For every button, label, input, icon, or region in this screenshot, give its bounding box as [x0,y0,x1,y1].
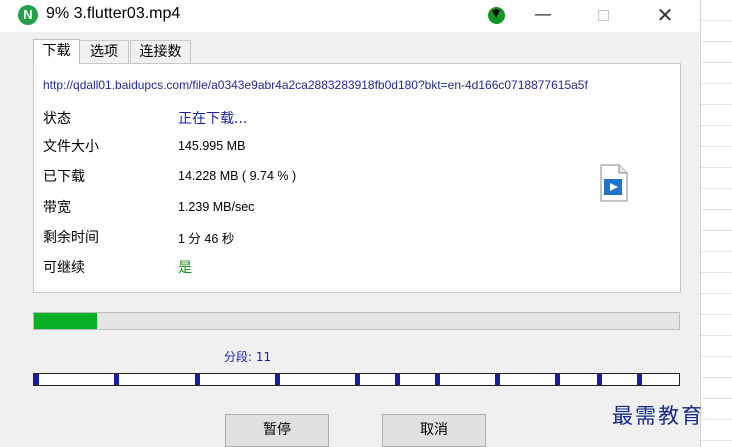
grid-line [701,41,732,42]
title-bar[interactable]: N 9% 3.flutter03.mp4 — ✕ [0,0,700,32]
bandwidth-value: 1.239 MB/sec [178,200,255,214]
segment-marker [395,374,400,385]
grid-line [701,398,732,399]
minimize-button[interactable]: — [520,0,566,32]
resumable-label: 可继续 [43,260,85,276]
download-url[interactable]: http://qdall01.baidupcs.com/file/a0343e9… [43,78,588,92]
background-spreadsheet [700,0,732,447]
grid-line [701,335,732,336]
status-value: 正在下载... [178,111,248,127]
pause-button[interactable]: 暂停 [225,414,329,447]
grid-line [701,62,732,63]
download-info-panel: http://qdall01.baidupcs.com/file/a0343e9… [33,63,681,293]
video-file-icon [600,164,628,202]
status-label: 状态 [43,111,71,127]
grid-line [701,272,732,273]
bandwidth-label: 带宽 [43,200,71,216]
segments-bar [33,373,680,386]
app-logo-icon: N [18,5,38,25]
grid-line [701,251,732,252]
tab-download[interactable]: 下载 [33,39,80,64]
grid-line [701,146,732,147]
grid-line [701,167,732,168]
grid-line [701,230,732,231]
grid-line [701,356,732,357]
grid-line [701,188,732,189]
segment-marker [355,374,360,385]
watermark-text: 最需教育 [612,404,704,428]
segment-marker [435,374,440,385]
maximize-button[interactable] [580,0,626,32]
grid-line [701,377,732,378]
grid-line [701,104,732,105]
download-dialog: N 9% 3.flutter03.mp4 — ✕ 下载 选项 连接数 http:… [0,0,700,447]
grid-line [701,440,732,441]
segment-marker [275,374,280,385]
tab-connections[interactable]: 连接数 [130,40,191,63]
grid-line [701,419,732,420]
segments-label: 分段: 11 [224,350,272,364]
close-button[interactable]: ✕ [642,0,688,32]
grid-line [701,83,732,84]
grid-line [701,125,732,126]
grid-line [701,293,732,294]
segment-marker [637,374,642,385]
download-progress-bar [33,312,680,330]
segment-marker [495,374,500,385]
segment-marker [597,374,602,385]
segment-marker [195,374,200,385]
download-arrow-icon[interactable] [488,7,505,24]
downloaded-label: 已下载 [43,169,85,185]
downloaded-value: 14.228 MB ( 9.74 % ) [178,169,297,183]
grid-line [701,209,732,210]
segment-marker [555,374,560,385]
window-title: 9% 3.flutter03.mp4 [46,5,181,22]
time-left-label: 剩余时间 [43,230,99,246]
file-size-label: 文件大小 [43,139,99,155]
segment-marker [34,374,39,385]
file-size-value: 145.995 MB [178,139,246,153]
grid-line [701,314,732,315]
grid-line [701,20,732,21]
time-left-value: 1 分 46 秒 [178,232,235,246]
progress-fill [34,313,97,329]
maximize-icon [597,10,609,21]
resumable-value: 是 [178,260,192,276]
cancel-button[interactable]: 取消 [382,414,486,447]
segment-marker [114,374,119,385]
tab-options[interactable]: 选项 [79,40,129,63]
